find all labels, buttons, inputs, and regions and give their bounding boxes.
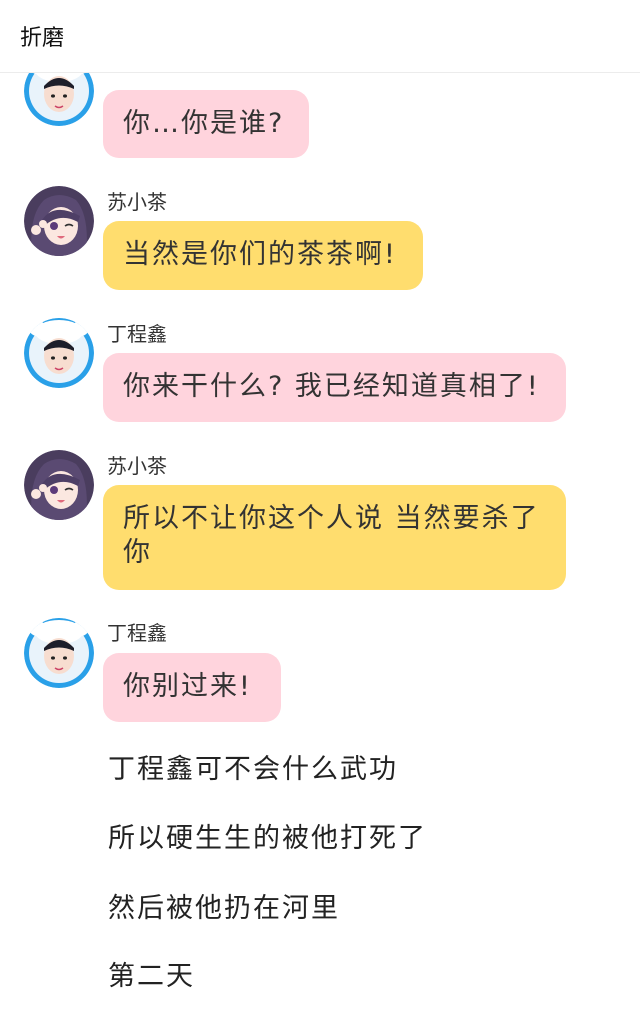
message-bubble[interactable]: 你…你是谁? (103, 90, 309, 158)
avatar[interactable] (24, 186, 94, 256)
avatar[interactable] (24, 318, 94, 388)
page-title: 折磨 (20, 26, 65, 51)
sender-name: 苏小茶 (107, 190, 167, 214)
girl-avatar-icon (24, 450, 94, 520)
sender-name: 丁程鑫 (107, 621, 167, 645)
sender-name: 苏小茶 (107, 454, 167, 478)
girl-avatar-icon (24, 186, 94, 256)
avatar[interactable] (24, 450, 94, 520)
message-bubble[interactable]: 所以不让你这个人说 当然要杀了你 (103, 485, 566, 590)
boy-avatar-icon (24, 318, 94, 388)
top-bar: 折磨 (0, 0, 640, 73)
message-bubble[interactable]: 你别过来! (103, 653, 281, 722)
sender-name: 丁程鑫 (107, 322, 167, 346)
message-bubble[interactable]: 你来干什么? 我已经知道真相了! (103, 353, 566, 422)
narration-line: 然后被他扔在河里 (108, 893, 340, 924)
message-bubble[interactable]: 当然是你们的茶茶啊! (103, 221, 423, 290)
avatar[interactable] (24, 618, 94, 688)
narration-line: 所以硬生生的被他打死了 (108, 823, 427, 854)
boy-avatar-icon (24, 618, 94, 688)
narration-line: 丁程鑫可不会什么武功 (108, 754, 398, 785)
narration-line: 第二天 (108, 961, 195, 992)
